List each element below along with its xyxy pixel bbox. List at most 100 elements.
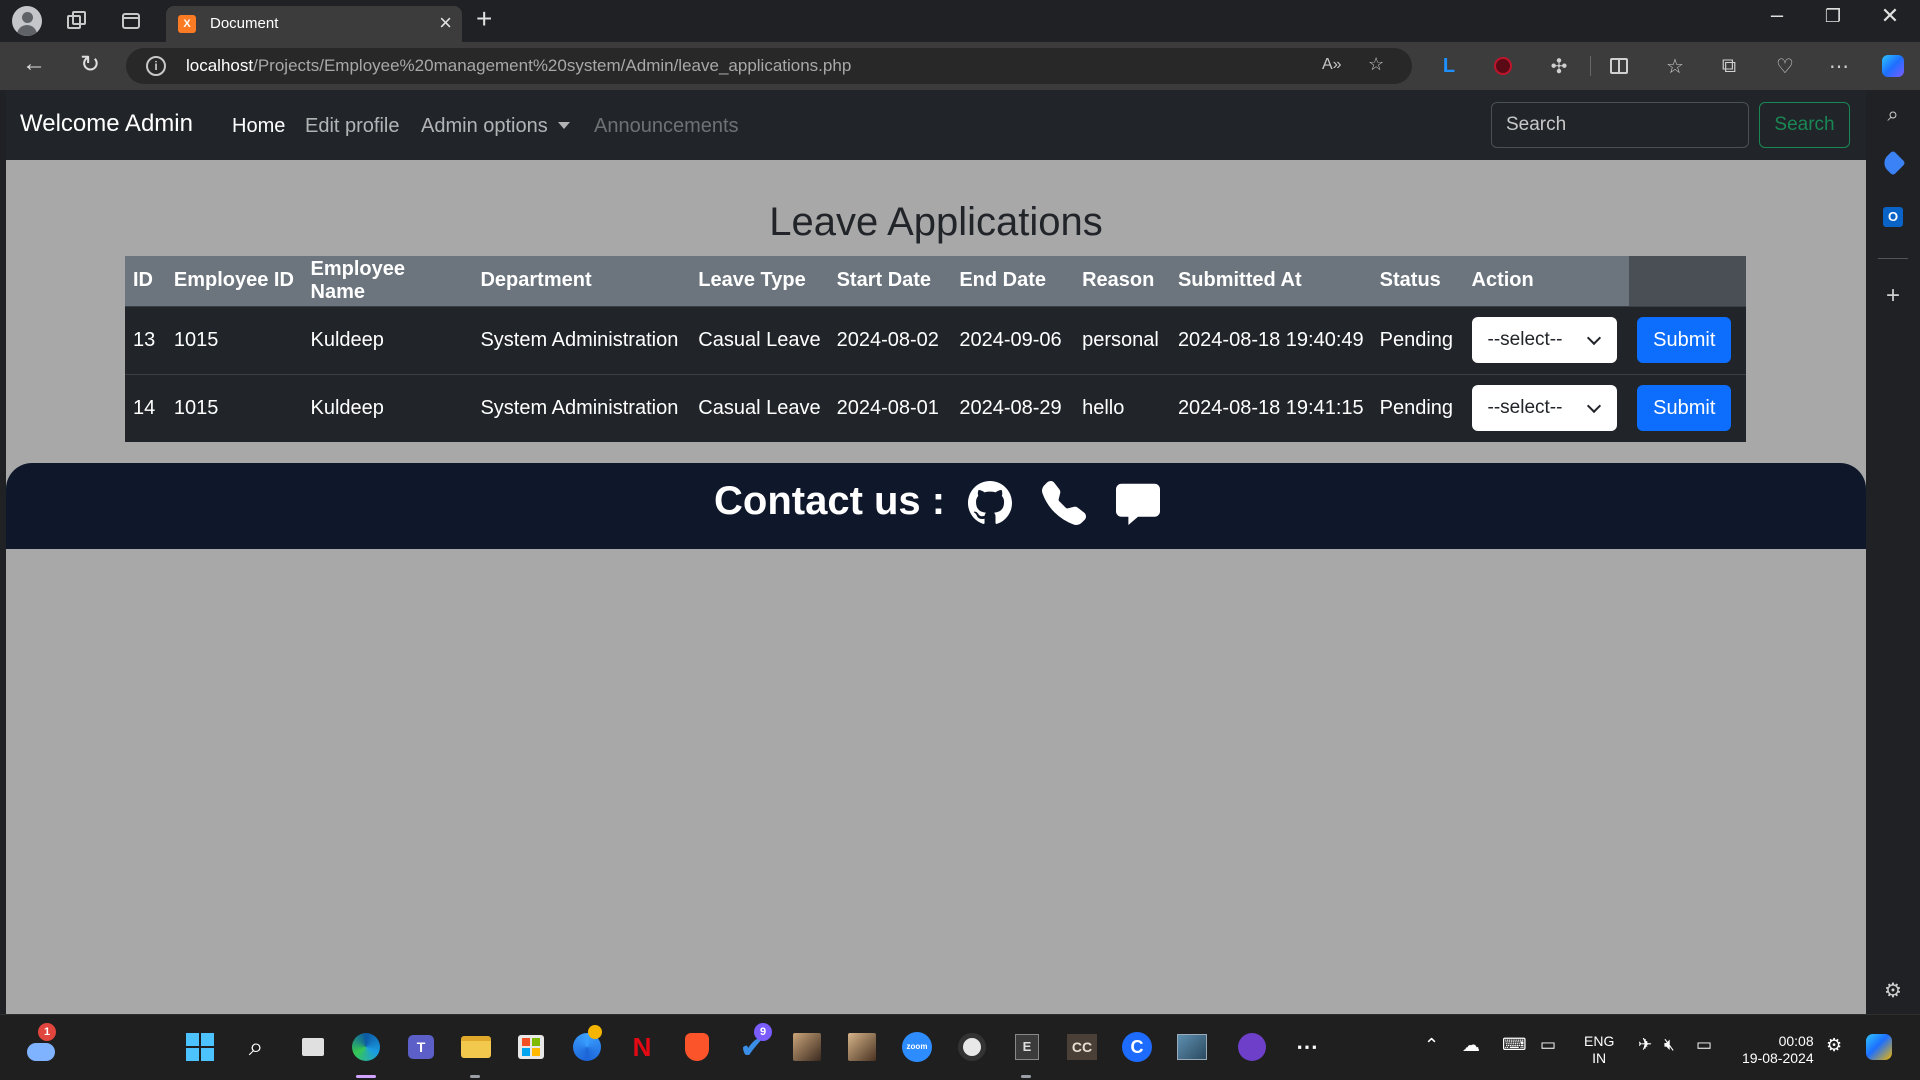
refresh-icon[interactable]: ↻ [74, 50, 106, 79]
photo-app-2-icon[interactable] [845, 1030, 879, 1064]
github-desktop-icon[interactable] [1235, 1030, 1269, 1064]
e-app-icon[interactable]: E [1010, 1030, 1044, 1064]
nav-announcements[interactable]: Announcements [594, 115, 739, 138]
search-button[interactable]: Search [1759, 102, 1850, 148]
col-submit [1629, 256, 1746, 306]
cell-department: System Administration [472, 305, 691, 374]
submit-button[interactable]: Submit [1637, 385, 1732, 432]
sidebar-settings-icon[interactable]: ⚙ [1866, 978, 1920, 1003]
notifications-bell-icon[interactable]: ⚙ [1826, 1035, 1842, 1056]
sidebar-add-icon[interactable]: + [1866, 282, 1920, 310]
action-select[interactable]: --select-- [1471, 385, 1617, 432]
airplane-mode-icon[interactable]: ✈ [1638, 1035, 1652, 1055]
close-tab-icon[interactable]: × [439, 10, 452, 36]
keyboard-icon[interactable]: ⌨ [1502, 1035, 1527, 1055]
language-indicator[interactable]: ENG IN [1584, 1033, 1614, 1067]
sidebar-search-icon[interactable]: ⌕ [1866, 104, 1920, 127]
extension-red-icon[interactable] [1490, 53, 1516, 79]
volume-muted-icon[interactable]: 🔇︎ [1664, 1035, 1675, 1055]
read-aloud-icon[interactable]: A» [1322, 56, 1342, 74]
address-bar[interactable]: i localhost/Projects/Employee%20manageme… [126, 48, 1412, 84]
vertical-tabs-icon[interactable] [116, 6, 146, 36]
action-select[interactable]: --select-- [1471, 317, 1617, 363]
file-explorer-icon[interactable] [459, 1030, 493, 1064]
shopping-tag-icon[interactable] [1866, 150, 1920, 178]
action-select-value: --select-- [1487, 397, 1563, 419]
chat-icon[interactable] [1116, 481, 1160, 525]
extension-l-icon[interactable]: L [1436, 53, 1462, 79]
c-app-label: C [1122, 1032, 1152, 1062]
toolbar-divider [1590, 56, 1591, 76]
weather-badge: 1 [38, 1023, 56, 1041]
site-info-icon[interactable]: i [146, 56, 166, 76]
back-icon[interactable]: ← [18, 50, 50, 78]
favorite-star-icon[interactable]: ☆ [1368, 54, 1384, 75]
extensions-puzzle-icon[interactable]: ✣ [1546, 53, 1572, 79]
nav-admin-options[interactable]: Admin options [421, 115, 570, 138]
onedrive-icon[interactable]: ☁ [1462, 1035, 1480, 1056]
minimize-icon[interactable]: – [1757, 2, 1797, 28]
table-row: 14 1015 Kuldeep System Administration Ca… [125, 373, 1746, 442]
nav-edit-profile[interactable]: Edit profile [305, 115, 400, 138]
col-reason: Reason [1074, 256, 1170, 306]
chevron-down-icon [1586, 330, 1601, 346]
col-id: ID [125, 256, 166, 306]
cell-leave-type: Casual Leave [690, 373, 829, 442]
copilot-icon[interactable] [1880, 53, 1906, 79]
search-input[interactable] [1491, 102, 1749, 148]
more-menu-icon[interactable]: ⋯ [1826, 53, 1852, 79]
new-tab-button[interactable]: + [476, 3, 492, 35]
task-view-icon[interactable] [296, 1030, 330, 1064]
close-window-icon[interactable]: ✕ [1870, 3, 1910, 29]
restore-icon[interactable]: ❐ [1813, 6, 1853, 27]
c-app-icon[interactable]: C [1120, 1030, 1154, 1064]
netflix-icon[interactable]: N [625, 1030, 659, 1064]
copilot-taskbar-icon[interactable] [1862, 1030, 1896, 1064]
battery-icon[interactable]: ▭ [1696, 1035, 1712, 1055]
browser-tab-bar: X Document × + – ❐ ✕ [0, 0, 1920, 42]
taskbar-overflow-icon[interactable]: ⋯ [1290, 1030, 1324, 1064]
windows-taskbar: 1 ⌕ T N ✔ 9 zoom E CC C ⋯ ⌃ ☁ ⌨ ▭ ENG IN … [0, 1014, 1920, 1080]
phone-icon[interactable] [1042, 481, 1086, 525]
submit-button[interactable]: Submit [1637, 317, 1732, 363]
obs-icon[interactable] [955, 1030, 989, 1064]
brave-icon[interactable] [680, 1030, 714, 1064]
clock[interactable]: 00:08 19-08-2024 [1742, 1033, 1814, 1067]
cell-employee-id: 1015 [165, 373, 303, 442]
profile-avatar[interactable] [12, 6, 42, 36]
zoom-icon[interactable]: zoom [900, 1030, 934, 1064]
outlook-icon[interactable]: O [1866, 204, 1920, 227]
col-status: Status [1371, 256, 1464, 306]
snipping-app-icon[interactable] [1175, 1030, 1209, 1064]
nav-admin-options-label: Admin options [421, 115, 548, 137]
edge-active-indicator [356, 1075, 376, 1078]
url-text[interactable]: localhost/Projects/Employee%20management… [186, 56, 851, 76]
search-icon[interactable]: ⌕ [239, 1030, 273, 1064]
tab-document[interactable]: X Document × [166, 6, 462, 42]
cell-action: --select-- [1463, 305, 1630, 374]
edge-browser-icon[interactable] [349, 1030, 383, 1064]
favorites-icon[interactable]: ☆ [1662, 53, 1688, 79]
teams-icon[interactable]: T [404, 1030, 438, 1064]
collections-icon[interactable]: ⧉ [1716, 53, 1742, 79]
col-submitted-at: Submitted At [1169, 256, 1372, 306]
browser-essentials-icon[interactable]: ♡ [1772, 53, 1798, 79]
tab-title: Document [210, 15, 279, 32]
workspaces-icon[interactable] [62, 6, 92, 36]
navbar-brand[interactable]: Welcome Admin [20, 110, 193, 138]
split-screen-icon[interactable] [1606, 53, 1632, 79]
display-icon[interactable]: ▭ [1540, 1035, 1556, 1055]
github-icon[interactable] [968, 481, 1012, 525]
cc-app-icon[interactable]: CC [1065, 1030, 1099, 1064]
zoom-label: zoom [902, 1032, 932, 1062]
tray-chevron-up-icon[interactable]: ⌃ [1424, 1035, 1439, 1056]
cell-submit: Submit [1629, 373, 1746, 442]
cell-status: Pending [1371, 373, 1464, 442]
photo-app-icon[interactable] [790, 1030, 824, 1064]
nav-home[interactable]: Home [232, 115, 285, 138]
cell-end-date: 2024-08-29 [951, 373, 1075, 442]
start-windows-icon[interactable] [183, 1030, 217, 1064]
cell-department: System Administration [472, 373, 691, 442]
microsoft-store-icon[interactable] [514, 1030, 548, 1064]
table-header-row: ID Employee ID Employee Name Department … [125, 256, 1746, 306]
